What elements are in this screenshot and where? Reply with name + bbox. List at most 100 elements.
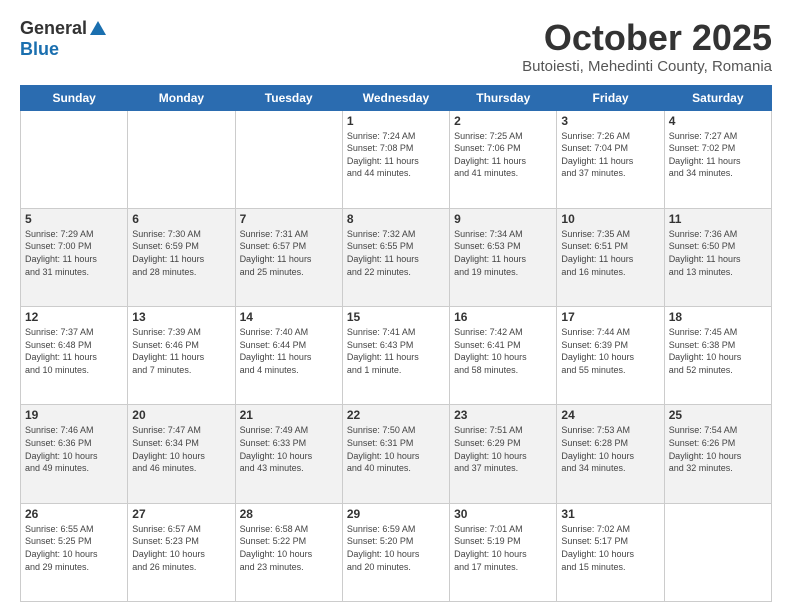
day-info: Sunrise: 7:39 AM Sunset: 6:46 PM Dayligh… bbox=[132, 326, 230, 376]
calendar-cell: 15Sunrise: 7:41 AM Sunset: 6:43 PM Dayli… bbox=[342, 307, 449, 405]
calendar-cell: 20 Sunrise: 7:47 AM Sunset: 6:34 PM Dayli… bbox=[128, 405, 235, 503]
calendar-cell: 25 Sunrise: 7:54 AM Sunset: 6:26 PM Dayli… bbox=[664, 405, 771, 503]
day-info: Sunrise: 7:47 AM Sunset: 6:34 PM Dayligh… bbox=[132, 424, 230, 474]
day-info: Sunrise: 7:02 AM Sunset: 5:17 PM Dayligh… bbox=[561, 523, 659, 573]
day-info: Sunrise: 7:37 AM Sunset: 6:48 PM Dayligh… bbox=[25, 326, 123, 376]
calendar-cell: 17 Sunrise: 7:44 AM Sunset: 6:39 PM Dayli… bbox=[557, 307, 664, 405]
day-number: 9 bbox=[454, 212, 552, 226]
calendar-cell: 29Sunrise: 6:59 AM Sunset: 5:20 PM Dayli… bbox=[342, 503, 449, 601]
header-friday: Friday bbox=[557, 85, 664, 110]
location-text: Butoiesti, Mehedinti County, Romania bbox=[522, 58, 772, 75]
calendar-cell: 19 Sunrise: 7:46 AM Sunset: 6:36 PM Dayli… bbox=[21, 405, 128, 503]
day-info: Sunrise: 7:30 AM Sunset: 6:59 PM Dayligh… bbox=[132, 228, 230, 278]
calendar-cell: 31 Sunrise: 7:02 AM Sunset: 5:17 PM Dayli… bbox=[557, 503, 664, 601]
day-info: Sunrise: 7:44 AM Sunset: 6:39 PM Dayligh… bbox=[561, 326, 659, 376]
calendar-cell: 22Sunrise: 7:50 AM Sunset: 6:31 PM Dayli… bbox=[342, 405, 449, 503]
header-thursday: Thursday bbox=[450, 85, 557, 110]
day-info: Sunrise: 6:57 AM Sunset: 5:23 PM Dayligh… bbox=[132, 523, 230, 573]
day-number: 1 bbox=[347, 114, 445, 128]
day-number: 7 bbox=[240, 212, 338, 226]
calendar-cell: 9 Sunrise: 7:34 AM Sunset: 6:53 PM Daylig… bbox=[450, 208, 557, 306]
day-info: Sunrise: 7:01 AM Sunset: 5:19 PM Dayligh… bbox=[454, 523, 552, 573]
day-number: 20 bbox=[132, 408, 230, 422]
week-row-3: 12Sunrise: 7:37 AM Sunset: 6:48 PM Dayli… bbox=[21, 307, 772, 405]
calendar-cell: 16 Sunrise: 7:42 AM Sunset: 6:41 PM Dayli… bbox=[450, 307, 557, 405]
day-info: Sunrise: 7:42 AM Sunset: 6:41 PM Dayligh… bbox=[454, 326, 552, 376]
calendar-cell: 18 Sunrise: 7:45 AM Sunset: 6:38 PM Dayli… bbox=[664, 307, 771, 405]
day-number: 18 bbox=[669, 310, 767, 324]
month-title: October 2025 bbox=[522, 18, 772, 58]
day-info: Sunrise: 7:27 AM Sunset: 7:02 PM Dayligh… bbox=[669, 130, 767, 180]
calendar-cell: 4 Sunrise: 7:27 AM Sunset: 7:02 PM Daylig… bbox=[664, 110, 771, 208]
day-info: Sunrise: 7:32 AM Sunset: 6:55 PM Dayligh… bbox=[347, 228, 445, 278]
day-number: 15 bbox=[347, 310, 445, 324]
day-number: 4 bbox=[669, 114, 767, 128]
header-wednesday: Wednesday bbox=[342, 85, 449, 110]
day-number: 31 bbox=[561, 507, 659, 521]
logo-general-text: General bbox=[20, 18, 87, 39]
day-number: 3 bbox=[561, 114, 659, 128]
page: General Blue October 2025 Butoiesti, Meh… bbox=[0, 0, 792, 612]
title-block: October 2025 Butoiesti, Mehedinti County… bbox=[522, 18, 772, 75]
calendar-cell: 27 Sunrise: 6:57 AM Sunset: 5:23 PM Dayli… bbox=[128, 503, 235, 601]
day-number: 27 bbox=[132, 507, 230, 521]
calendar-cell: 5Sunrise: 7:29 AM Sunset: 7:00 PM Daylig… bbox=[21, 208, 128, 306]
day-number: 25 bbox=[669, 408, 767, 422]
day-number: 10 bbox=[561, 212, 659, 226]
week-row-5: 26 Sunrise: 6:55 AM Sunset: 5:25 PM Dayli… bbox=[21, 503, 772, 601]
week-row-4: 19 Sunrise: 7:46 AM Sunset: 6:36 PM Dayli… bbox=[21, 405, 772, 503]
calendar-cell: 28 Sunrise: 6:58 AM Sunset: 5:22 PM Dayli… bbox=[235, 503, 342, 601]
calendar-cell: 10 Sunrise: 7:35 AM Sunset: 6:51 PM Dayli… bbox=[557, 208, 664, 306]
calendar-cell: 12Sunrise: 7:37 AM Sunset: 6:48 PM Dayli… bbox=[21, 307, 128, 405]
week-row-1: 1 Sunrise: 7:24 AM Sunset: 7:08 PM Daylig… bbox=[21, 110, 772, 208]
calendar-cell: 21 Sunrise: 7:49 AM Sunset: 6:33 PM Dayli… bbox=[235, 405, 342, 503]
day-info: Sunrise: 6:58 AM Sunset: 5:22 PM Dayligh… bbox=[240, 523, 338, 573]
day-info: Sunrise: 6:59 AM Sunset: 5:20 PM Dayligh… bbox=[347, 523, 445, 573]
calendar-cell bbox=[21, 110, 128, 208]
day-info: Sunrise: 7:50 AM Sunset: 6:31 PM Dayligh… bbox=[347, 424, 445, 474]
day-info: Sunrise: 7:46 AM Sunset: 6:36 PM Dayligh… bbox=[25, 424, 123, 474]
calendar-cell: 13 Sunrise: 7:39 AM Sunset: 6:46 PM Dayli… bbox=[128, 307, 235, 405]
logo-triangle-icon bbox=[90, 21, 106, 35]
calendar-cell: 1 Sunrise: 7:24 AM Sunset: 7:08 PM Daylig… bbox=[342, 110, 449, 208]
header-sunday: Sunday bbox=[21, 85, 128, 110]
calendar-cell: 7Sunrise: 7:31 AM Sunset: 6:57 PM Daylig… bbox=[235, 208, 342, 306]
day-info: Sunrise: 7:45 AM Sunset: 6:38 PM Dayligh… bbox=[669, 326, 767, 376]
day-number: 21 bbox=[240, 408, 338, 422]
day-info: Sunrise: 7:34 AM Sunset: 6:53 PM Dayligh… bbox=[454, 228, 552, 278]
calendar-cell: 2Sunrise: 7:25 AM Sunset: 7:06 PM Daylig… bbox=[450, 110, 557, 208]
day-info: Sunrise: 6:55 AM Sunset: 5:25 PM Dayligh… bbox=[25, 523, 123, 573]
calendar-cell: 24 Sunrise: 7:53 AM Sunset: 6:28 PM Dayli… bbox=[557, 405, 664, 503]
day-number: 28 bbox=[240, 507, 338, 521]
day-number: 16 bbox=[454, 310, 552, 324]
calendar-cell: 14Sunrise: 7:40 AM Sunset: 6:44 PM Dayli… bbox=[235, 307, 342, 405]
logo-blue-text: Blue bbox=[20, 39, 59, 60]
day-info: Sunrise: 7:36 AM Sunset: 6:50 PM Dayligh… bbox=[669, 228, 767, 278]
day-number: 17 bbox=[561, 310, 659, 324]
day-number: 13 bbox=[132, 310, 230, 324]
header-monday: Monday bbox=[128, 85, 235, 110]
day-number: 19 bbox=[25, 408, 123, 422]
day-number: 30 bbox=[454, 507, 552, 521]
day-info: Sunrise: 7:26 AM Sunset: 7:04 PM Dayligh… bbox=[561, 130, 659, 180]
day-number: 11 bbox=[669, 212, 767, 226]
calendar-cell bbox=[664, 503, 771, 601]
day-number: 6 bbox=[132, 212, 230, 226]
calendar-cell: 8 Sunrise: 7:32 AM Sunset: 6:55 PM Daylig… bbox=[342, 208, 449, 306]
day-info: Sunrise: 7:35 AM Sunset: 6:51 PM Dayligh… bbox=[561, 228, 659, 278]
day-number: 14 bbox=[240, 310, 338, 324]
header: General Blue October 2025 Butoiesti, Meh… bbox=[20, 18, 772, 75]
day-number: 24 bbox=[561, 408, 659, 422]
weekday-header-row: Sunday Monday Tuesday Wednesday Thursday… bbox=[21, 85, 772, 110]
day-number: 23 bbox=[454, 408, 552, 422]
day-number: 2 bbox=[454, 114, 552, 128]
day-info: Sunrise: 7:54 AM Sunset: 6:26 PM Dayligh… bbox=[669, 424, 767, 474]
day-number: 8 bbox=[347, 212, 445, 226]
day-info: Sunrise: 7:24 AM Sunset: 7:08 PM Dayligh… bbox=[347, 130, 445, 180]
calendar-cell: 23Sunrise: 7:51 AM Sunset: 6:29 PM Dayli… bbox=[450, 405, 557, 503]
day-info: Sunrise: 7:49 AM Sunset: 6:33 PM Dayligh… bbox=[240, 424, 338, 474]
day-info: Sunrise: 7:53 AM Sunset: 6:28 PM Dayligh… bbox=[561, 424, 659, 474]
day-number: 26 bbox=[25, 507, 123, 521]
day-number: 5 bbox=[25, 212, 123, 226]
header-saturday: Saturday bbox=[664, 85, 771, 110]
